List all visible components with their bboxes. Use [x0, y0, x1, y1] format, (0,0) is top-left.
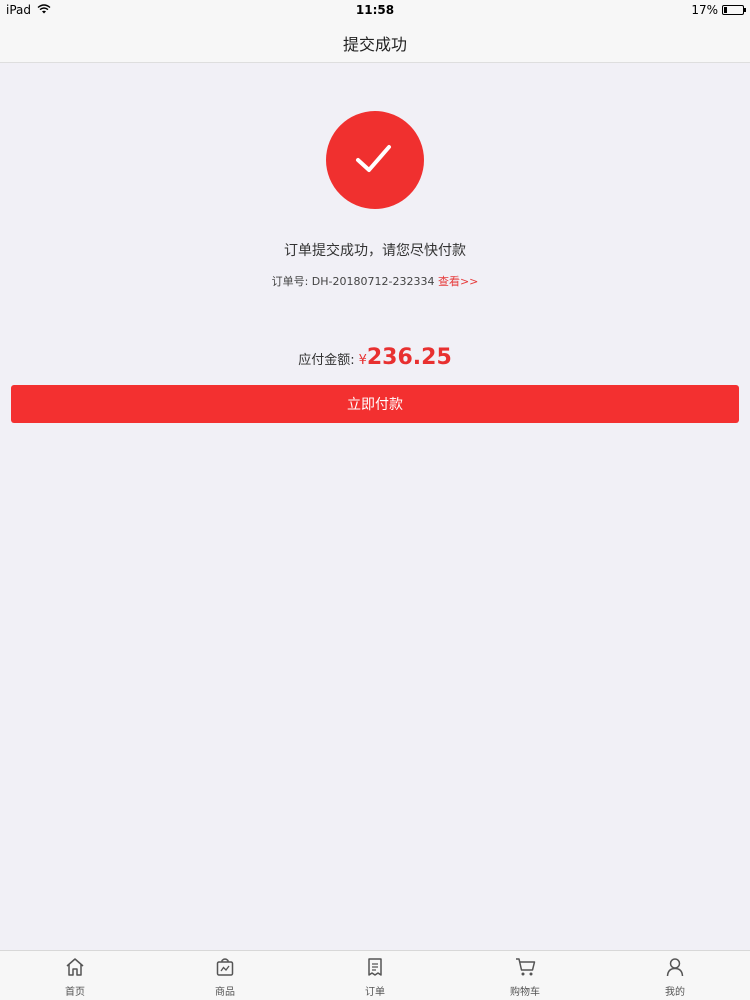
tab-label-products: 商品 [215, 987, 235, 998]
receipt-icon [368, 958, 382, 976]
battery-icon [722, 5, 746, 15]
tab-profile[interactable]: 我的 [600, 951, 750, 1000]
success-message: 订单提交成功，请您尽快付款 [284, 243, 466, 259]
success-checkmark-icon [326, 111, 424, 209]
tab-home[interactable]: 首页 [0, 951, 150, 1000]
tab-bar: 首页 商品 订单 购物车 我的 [0, 950, 750, 1000]
navigation-bar: 提交成功 [0, 20, 750, 63]
page-title: 提交成功 [342, 35, 407, 54]
status-right: 17% [691, 3, 746, 17]
app-root: iPad 11:58 17% 提交成功 订单提交成功，请您尽快付款 订单号: D… [0, 0, 750, 1000]
amount-due-line: 应付金额: ¥236.25 [0, 345, 750, 370]
tab-orders[interactable]: 订单 [300, 951, 450, 1000]
tab-label-profile: 我的 [665, 987, 685, 998]
pay-now-button[interactable]: 立即付款 [11, 385, 739, 423]
cart-icon [516, 958, 536, 976]
tab-cart[interactable]: 购物车 [450, 951, 600, 1000]
amount-label: 应付金额: [298, 353, 355, 368]
currency-symbol: ¥ [358, 353, 367, 368]
battery-percent: 17% [691, 3, 718, 17]
order-number-value: DH-20180712-232334 [311, 275, 435, 288]
amount-value: 236.25 [366, 345, 452, 370]
status-time: 11:58 [355, 3, 395, 17]
tab-label-cart: 购物车 [510, 987, 540, 998]
home-icon [66, 958, 84, 976]
view-order-link[interactable]: 查看>> [438, 275, 478, 288]
order-number-label: 订单号: [271, 275, 309, 288]
battery-level-fill [724, 7, 727, 13]
tab-products[interactable]: 商品 [150, 951, 300, 1000]
status-bar: iPad 11:58 17% [0, 0, 750, 20]
tab-label-orders: 订单 [365, 987, 385, 998]
user-icon [666, 958, 684, 977]
tab-label-home: 首页 [65, 987, 85, 998]
shopping-bag-icon [216, 958, 234, 976]
order-number-line: 订单号: DH-20180712-232334 查看>> [0, 273, 750, 289]
